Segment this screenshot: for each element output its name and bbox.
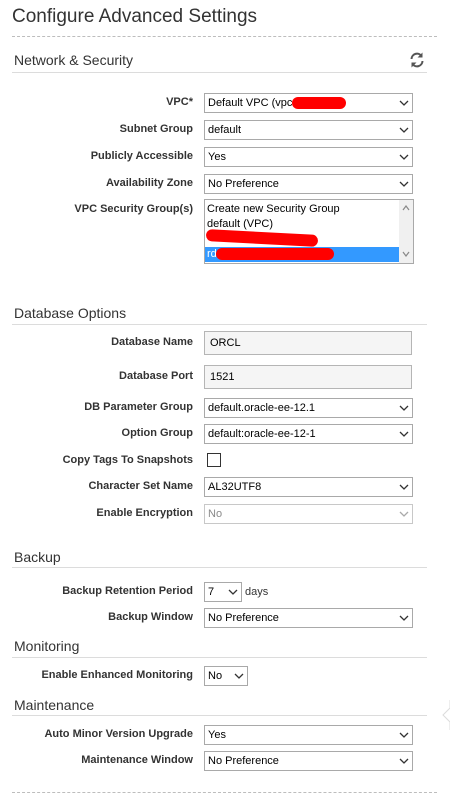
title-divider	[12, 36, 437, 37]
panel-collapse-handle[interactable]	[437, 700, 450, 730]
section-title-database-options: Database Options	[14, 305, 127, 321]
option-group-label: Option Group	[121, 427, 193, 439]
db-parameter-group-select[interactable]: default.oracle-ee-12.1	[204, 398, 413, 418]
vpc-value: Default VPC (vpc-	[208, 97, 297, 109]
chevron-down-icon	[399, 511, 409, 517]
section-title-monitoring: Monitoring	[14, 638, 80, 654]
maintenance-window-value: No Preference	[208, 755, 279, 767]
security-group-option[interactable]: Create new Security Group	[207, 203, 340, 215]
chevron-down-icon	[399, 127, 409, 133]
listbox-scrollbar[interactable]	[399, 200, 413, 263]
subnet-group-label: Subnet Group	[119, 123, 193, 135]
database-name-label: Database Name	[111, 336, 193, 348]
enhanced-monitoring-value: No	[208, 670, 223, 682]
chevron-down-icon	[399, 100, 409, 106]
publicly-accessible-value: Yes	[208, 151, 226, 163]
publicly-accessible-select[interactable]: Yes	[204, 147, 413, 167]
chevron-down-icon	[399, 732, 409, 738]
vpc-security-groups-label: VPC Security Group(s)	[74, 203, 193, 215]
redaction-mark	[292, 97, 346, 109]
section-divider-network	[12, 72, 427, 73]
page-title: Configure Advanced Settings	[12, 6, 258, 27]
auto-minor-version-select[interactable]: Yes	[204, 725, 413, 745]
section-title-maintenance: Maintenance	[14, 697, 95, 713]
section-title-network-security: Network & Security	[14, 52, 134, 68]
backup-window-select[interactable]: No Preference	[204, 608, 413, 628]
enable-encryption-select: No	[204, 504, 413, 524]
chevron-down-icon	[234, 673, 244, 679]
database-name-input[interactable]: ORCL	[204, 331, 412, 355]
chevron-down-icon	[399, 431, 409, 437]
backup-retention-select[interactable]: 7	[204, 582, 242, 602]
bottom-divider	[12, 792, 437, 793]
section-divider-backup	[12, 567, 427, 568]
chevron-down-icon	[399, 615, 409, 621]
enable-encryption-label: Enable Encryption	[96, 507, 193, 519]
availability-zone-value: No Preference	[208, 178, 279, 190]
copy-tags-checkbox[interactable]	[207, 453, 221, 467]
option-group-select[interactable]: default:oracle-ee-12-1	[204, 424, 413, 444]
section-divider-maintenance	[12, 715, 427, 716]
auto-minor-version-label: Auto Minor Version Upgrade	[44, 728, 193, 740]
availability-zone-select[interactable]: No Preference	[204, 174, 413, 194]
database-port-input[interactable]: 1521	[204, 365, 412, 389]
enhanced-monitoring-label: Enable Enhanced Monitoring	[41, 669, 193, 681]
auto-minor-version-value: Yes	[208, 729, 226, 741]
maintenance-window-select[interactable]: No Preference	[204, 751, 413, 771]
section-title-backup: Backup	[14, 549, 61, 565]
backup-retention-suffix: days	[245, 586, 269, 598]
db-parameter-group-value: default.oracle-ee-12.1	[208, 402, 316, 414]
chevron-down-icon	[399, 405, 409, 411]
backup-retention-label: Backup Retention Period	[62, 585, 193, 597]
maintenance-window-label: Maintenance Window	[81, 754, 193, 766]
enhanced-monitoring-select[interactable]: No	[204, 666, 248, 686]
redaction-mark	[216, 248, 334, 260]
scroll-down-icon[interactable]	[402, 251, 410, 257]
copy-tags-label: Copy Tags To Snapshots	[62, 454, 193, 466]
backup-window-label: Backup Window	[108, 611, 193, 623]
character-set-select[interactable]: AL32UTF8	[204, 477, 413, 497]
section-divider-monitoring	[12, 657, 427, 658]
database-port-label: Database Port	[119, 370, 193, 382]
publicly-accessible-label: Publicly Accessible	[90, 150, 193, 162]
availability-zone-label: Availability Zone	[105, 177, 193, 189]
chevron-down-icon	[399, 758, 409, 764]
character-set-label: Character Set Name	[88, 480, 193, 492]
chevron-down-icon	[399, 484, 409, 490]
db-parameter-group-label: DB Parameter Group	[84, 401, 193, 413]
enable-encryption-value: No	[208, 508, 223, 520]
security-group-option[interactable]: default (VPC)	[207, 218, 273, 230]
backup-window-value: No Preference	[208, 612, 279, 624]
section-divider-database	[12, 324, 427, 325]
vpc-label: VPC*	[166, 96, 193, 108]
refresh-icon[interactable]	[408, 51, 426, 69]
backup-retention-value: 7	[208, 586, 215, 598]
chevron-down-icon	[399, 181, 409, 187]
chevron-down-icon	[399, 154, 409, 160]
subnet-group-value: default	[208, 124, 242, 136]
chevron-down-icon	[228, 589, 238, 595]
subnet-group-select[interactable]: default	[204, 120, 413, 140]
scroll-up-icon[interactable]	[402, 205, 410, 211]
option-group-value: default:oracle-ee-12-1	[208, 428, 316, 440]
character-set-value: AL32UTF8	[208, 481, 262, 493]
